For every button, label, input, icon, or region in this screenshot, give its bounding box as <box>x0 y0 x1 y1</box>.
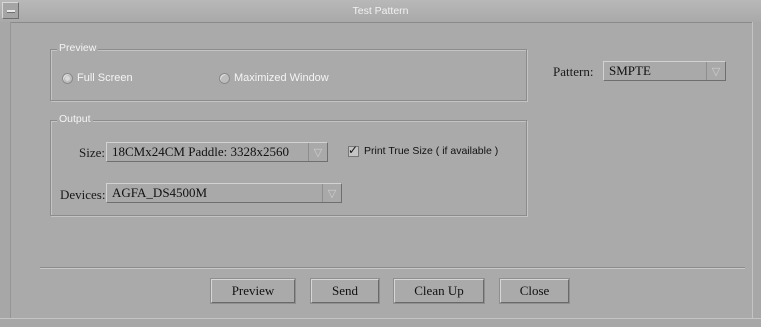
pattern-value: SMPTE <box>609 63 651 78</box>
preview-button[interactable]: Preview <box>211 279 295 303</box>
output-legend: Output <box>57 113 93 125</box>
window-title: Test Pattern <box>352 5 409 17</box>
devices-value: AGFA_DS4500M <box>112 185 208 200</box>
window-frame-right <box>752 22 761 326</box>
clean-up-button[interactable]: Clean Up <box>394 279 484 303</box>
title-bar: Test Pattern <box>0 0 761 23</box>
devices-dropdown[interactable]: AGFA_DS4500M ▽ <box>106 183 342 203</box>
print-true-size-checkbox[interactable]: ✓ Print True Size ( if available ) <box>348 142 499 157</box>
size-dropdown[interactable]: 18CMx24CM Paddle: 3328x2560 ▽ <box>106 142 328 162</box>
close-button[interactable]: Close <box>500 279 569 303</box>
print-true-size-label: Print True Size ( if available ) <box>364 145 499 157</box>
chevron-down-icon: ▽ <box>308 143 327 161</box>
preview-legend: Preview <box>57 42 99 54</box>
size-value: 18CMx24CM Paddle: 3328x2560 <box>112 144 289 159</box>
full-screen-label: Full Screen <box>77 72 133 84</box>
devices-label: Devices: <box>60 187 106 202</box>
pattern-dropdown[interactable]: SMPTE ▽ <box>603 61 726 81</box>
maximized-window-radio[interactable]: Maximized Window <box>219 72 329 84</box>
size-label: Size: <box>79 145 105 160</box>
checkmark-icon: ✓ <box>348 142 359 157</box>
chevron-down-icon: ▽ <box>322 184 341 202</box>
chevron-down-icon: ▽ <box>706 62 725 80</box>
maximized-window-label: Maximized Window <box>234 72 329 84</box>
radio-selected-icon <box>62 72 73 84</box>
button-separator <box>40 267 745 269</box>
pattern-label: Pattern: <box>553 64 594 79</box>
checkbox-box: ✓ <box>348 142 359 157</box>
send-button[interactable]: Send <box>311 279 379 303</box>
radio-unselected-icon <box>219 72 230 84</box>
full-screen-radio[interactable]: Full Screen <box>62 72 133 84</box>
window-frame-left <box>0 22 11 326</box>
